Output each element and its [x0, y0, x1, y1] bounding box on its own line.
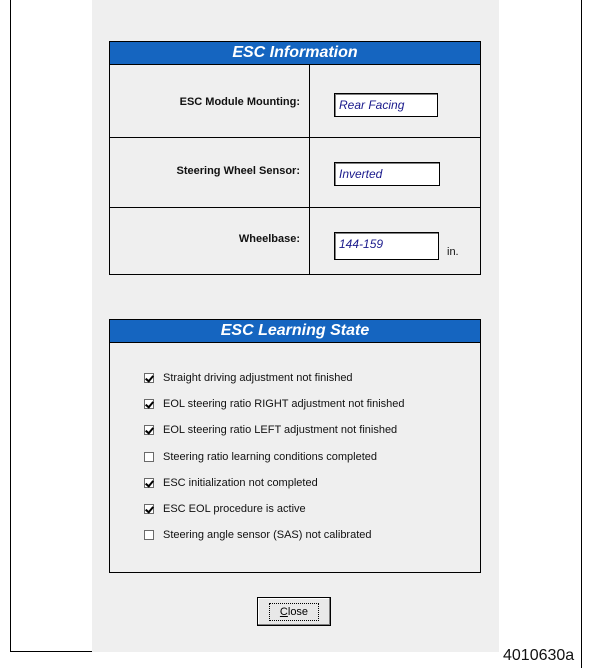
close-mnemonic: C: [279, 605, 288, 618]
learning-state-item-label: Straight driving adjustment not finished: [163, 372, 353, 384]
figure-id: 4010630a: [503, 647, 575, 664]
checkbox-unchecked[interactable]: [144, 530, 154, 541]
esc-module-mounting-field[interactable]: Rear Facing: [334, 93, 438, 117]
checkbox-checked[interactable]: [144, 477, 154, 488]
learning-state-item[interactable]: Steering angle sensor (SAS) not calibrat…: [144, 527, 372, 543]
esc-dialog: ESC Information ESC Module Mounting: Rea…: [92, 0, 499, 652]
learning-state-item-label: EOL steering ratio LEFT adjustment not f…: [163, 424, 398, 437]
row-separator: [110, 207, 480, 208]
learning-state-item-label: Steering angle sensor (SAS) not calibrat…: [163, 529, 372, 542]
frame-right-border: [581, 0, 582, 668]
esc-learning-state-title: ESC Learning State: [110, 320, 480, 343]
learning-state-item[interactable]: Steering ratio learning conditions compl…: [144, 449, 377, 465]
checkbox-checked[interactable]: [144, 373, 154, 383]
wheelbase-label: Wheelbase:: [238, 233, 300, 245]
esc-learning-state-panel: ESC Learning State Straight driving adju…: [109, 319, 481, 573]
learning-state-item-label: EOL steering ratio RIGHT adjustment not …: [163, 398, 405, 411]
close-button[interactable]: Close: [257, 597, 331, 626]
learning-state-item-label: ESC initialization not completed: [163, 476, 318, 489]
close-label-rest: lose: [287, 605, 309, 618]
checkbox-checked[interactable]: [144, 399, 154, 410]
learning-state-item[interactable]: Straight driving adjustment not finished: [144, 370, 353, 386]
frame-left-border: [10, 0, 11, 652]
checkbox-checked[interactable]: [144, 425, 154, 436]
checkbox-unchecked[interactable]: [144, 451, 154, 462]
learning-state-item[interactable]: EOL steering ratio LEFT adjustment not f…: [144, 422, 397, 438]
column-divider: [309, 65, 310, 274]
wheelbase-field[interactable]: 144-159: [334, 232, 439, 260]
esc-module-mounting-label: ESC Module Mounting:: [179, 96, 300, 108]
learning-state-item[interactable]: EOL steering ratio RIGHT adjustment not …: [144, 396, 405, 412]
close-button-label: Close: [268, 602, 320, 621]
learning-state-item-label: Steering ratio learning conditions compl…: [163, 450, 378, 463]
steering-wheel-sensor-field[interactable]: Inverted: [334, 162, 440, 186]
learning-state-item[interactable]: ESC EOL procedure is active: [144, 501, 306, 517]
esc-information-title: ESC Information: [110, 42, 480, 65]
learning-state-item[interactable]: ESC initialization not completed: [144, 475, 318, 491]
row-separator: [110, 137, 480, 138]
learning-state-item-label: ESC EOL procedure is active: [163, 503, 306, 515]
wheelbase-unit: in.: [447, 246, 459, 258]
esc-information-panel: ESC Information ESC Module Mounting: Rea…: [109, 41, 481, 275]
checkbox-checked[interactable]: [144, 504, 154, 514]
steering-wheel-sensor-label: Steering Wheel Sensor:: [176, 165, 300, 177]
